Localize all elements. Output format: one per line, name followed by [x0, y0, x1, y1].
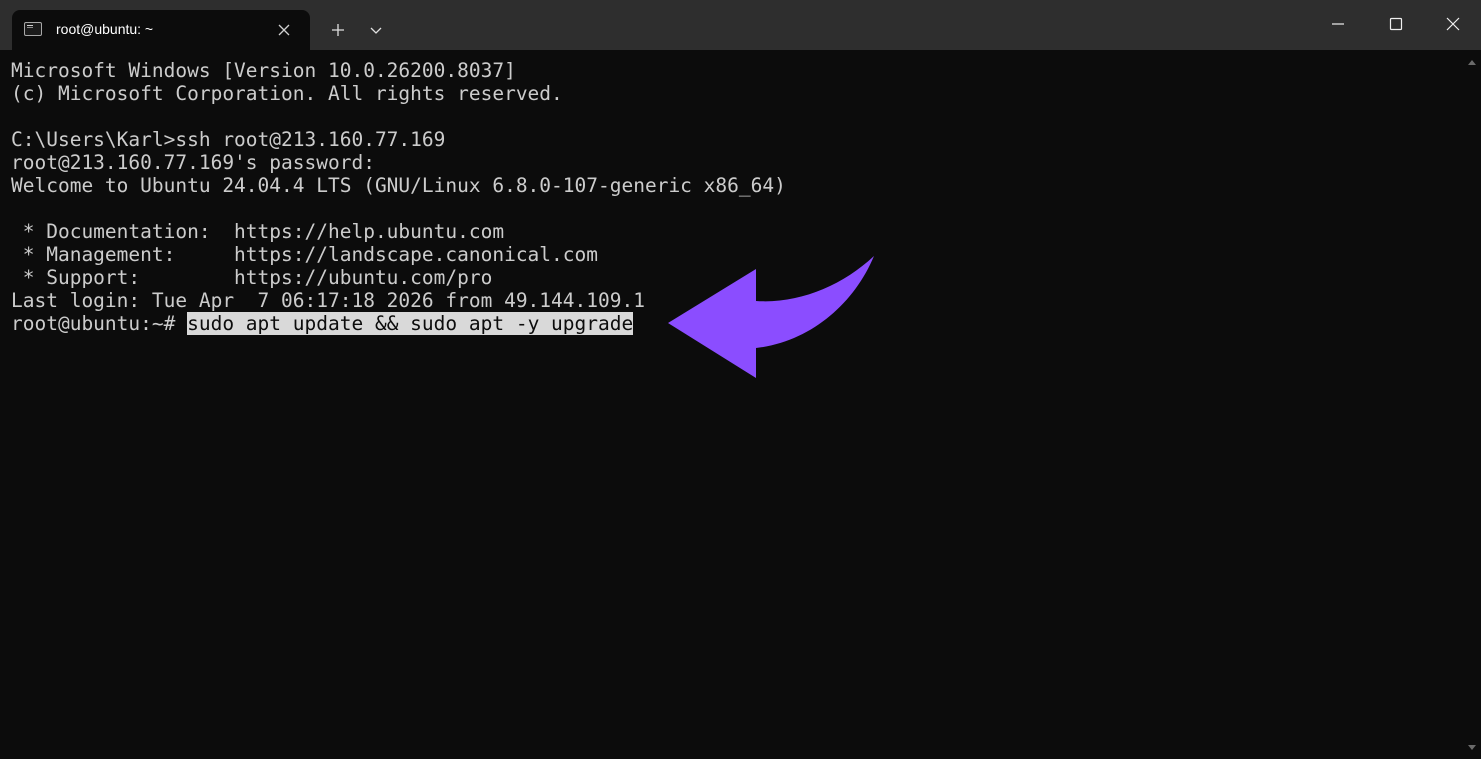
terminal-line: (c) Microsoft Corporation. All rights re…: [11, 82, 563, 105]
tab-dropdown-button[interactable]: [360, 14, 392, 46]
close-window-button[interactable]: [1423, 0, 1481, 50]
title-bar[interactable]: root@ubuntu: ~: [0, 0, 1481, 50]
terminal-line: Welcome to Ubuntu 24.04.4 LTS (GNU/Linux…: [11, 174, 786, 197]
terminal-output[interactable]: Microsoft Windows [Version 10.0.26200.80…: [0, 50, 1463, 759]
tab-title: root@ubuntu: ~: [56, 21, 154, 37]
terminal-icon: [24, 22, 42, 36]
scrollbar[interactable]: [1463, 50, 1481, 759]
chevron-down-icon: [370, 27, 382, 34]
scroll-up-icon[interactable]: [1467, 58, 1477, 66]
annotation-arrow-icon: [668, 256, 874, 378]
terminal-window: root@ubuntu: ~ Microsoft Windows [Versio…: [0, 0, 1481, 759]
maximize-button[interactable]: [1367, 0, 1425, 50]
new-tab-button[interactable]: [322, 14, 354, 46]
terminal-line: * Documentation: https://help.ubuntu.com: [11, 220, 505, 243]
scroll-down-icon[interactable]: [1467, 744, 1477, 752]
terminal-line: C:\Users\Karl>ssh root@213.160.77.169: [11, 128, 446, 151]
tab-root-ubuntu[interactable]: root@ubuntu: ~: [12, 10, 310, 50]
shell-prompt: root@ubuntu:~#: [11, 312, 188, 335]
tab-close-button[interactable]: [274, 20, 294, 40]
minimize-button[interactable]: [1309, 0, 1367, 50]
minimize-icon: [1332, 23, 1344, 25]
selected-command[interactable]: sudo apt update && sudo apt -y upgrade: [187, 312, 634, 335]
close-icon: [1446, 17, 1460, 31]
plus-icon: [332, 24, 344, 36]
maximize-icon: [1389, 17, 1403, 31]
terminal-line: Microsoft Windows [Version 10.0.26200.80…: [11, 59, 516, 82]
close-icon: [278, 24, 290, 36]
terminal-line: root@213.160.77.169's password:: [11, 151, 375, 174]
